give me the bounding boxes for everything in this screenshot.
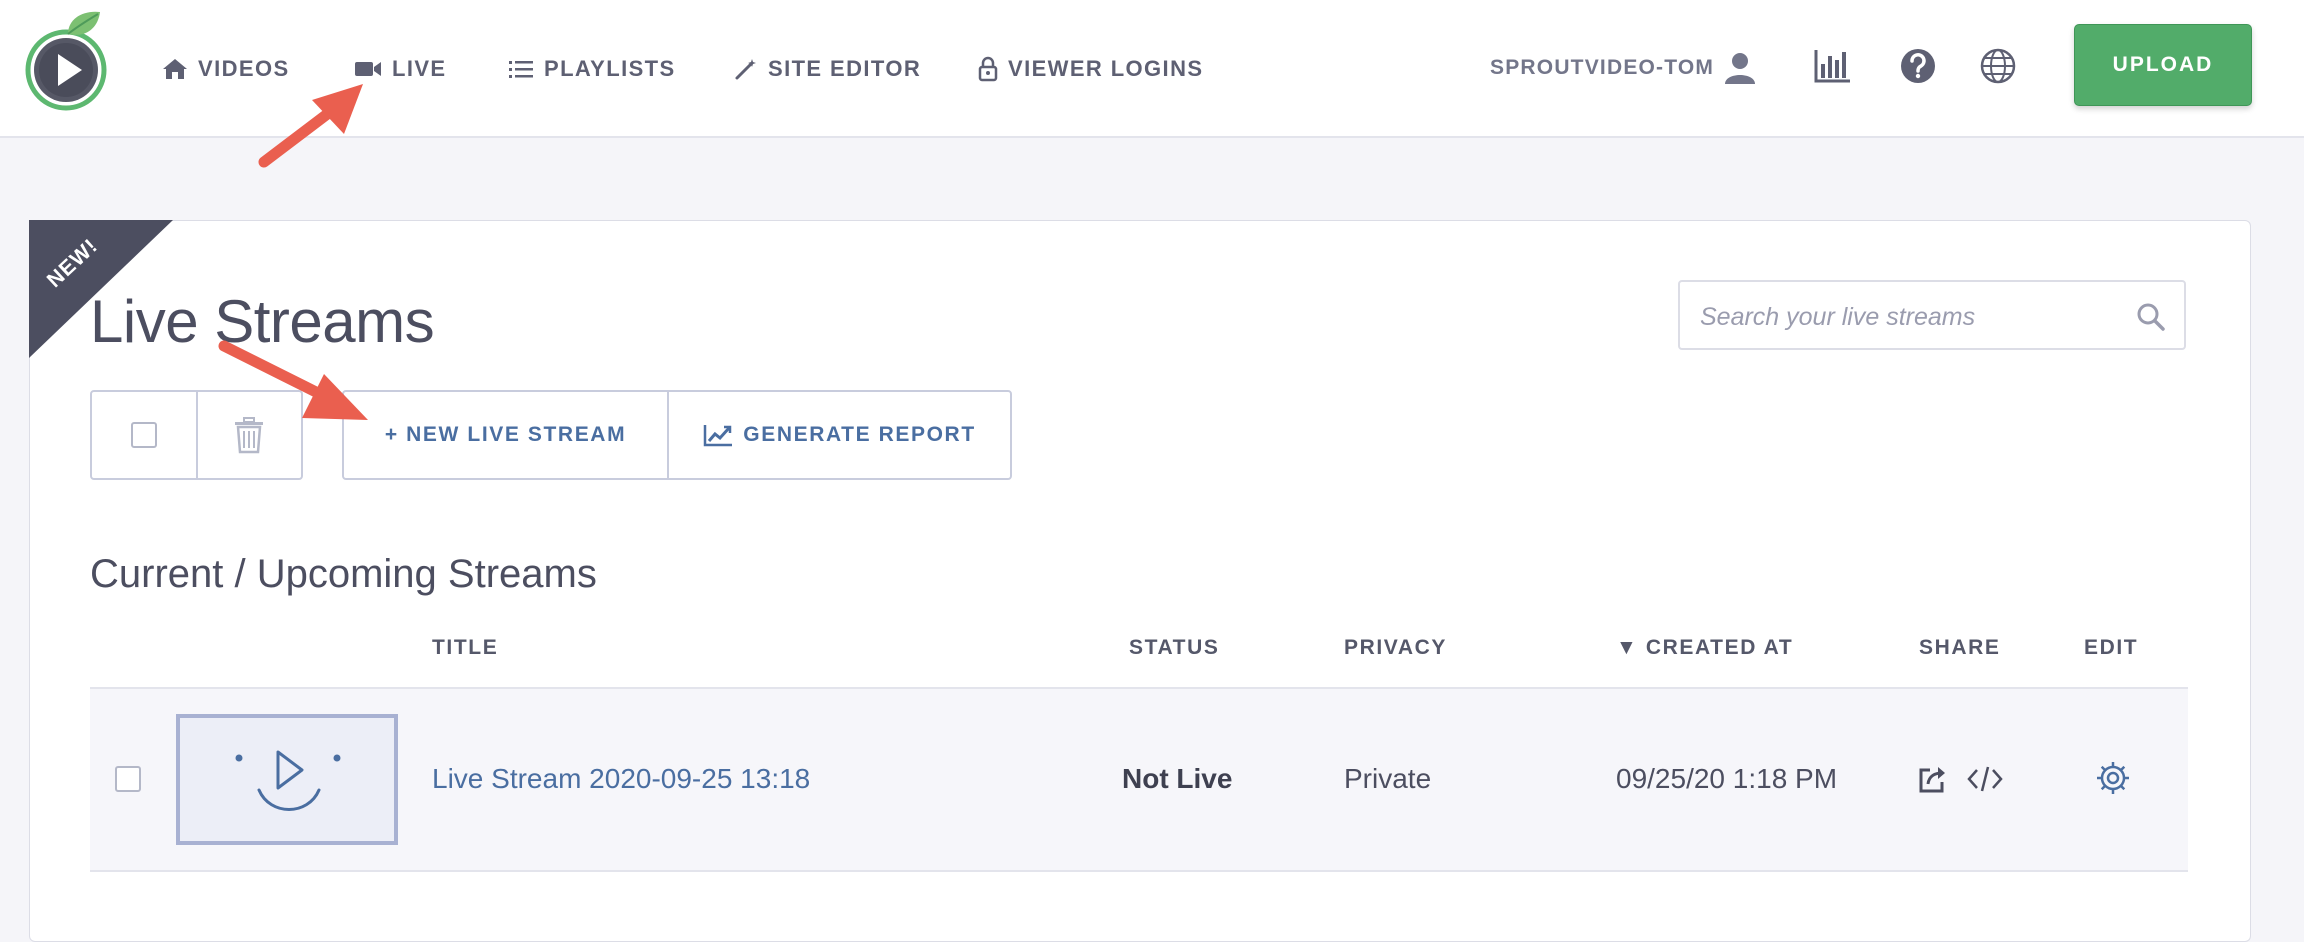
column-header-share: SHARE <box>1919 636 2001 659</box>
stream-created-at: 09/25/20 1:18 PM <box>1616 763 1838 794</box>
column-header-created-at[interactable]: ▼ CREATED AT <box>1616 636 1793 660</box>
nav-viewer-logins-label: VIEWER LOGINS <box>1008 56 1204 81</box>
user-icon <box>1725 53 1756 84</box>
list-icon <box>509 61 533 78</box>
nav-viewer-logins[interactable]: VIEWER LOGINS <box>978 52 1203 86</box>
help-icon[interactable] <box>1898 46 1938 86</box>
upload-button[interactable]: UPLOAD <box>2074 24 2252 106</box>
nav-live-label: LIVE <box>392 56 447 81</box>
column-header-privacy[interactable]: PRIVACY <box>1344 636 1447 660</box>
stream-status: Not Live <box>1122 763 1233 794</box>
column-header-title[interactable]: TITLE <box>432 636 498 660</box>
annotation-arrow-live <box>258 84 363 168</box>
annotation-arrow-new-stream <box>218 340 368 420</box>
nav-site-editor-label: SITE EDITOR <box>768 56 922 81</box>
row-checkbox[interactable] <box>115 766 141 792</box>
search-box[interactable] <box>1678 280 2186 350</box>
stream-title-link[interactable]: Live Stream 2020-09-25 13:18 <box>432 761 810 797</box>
globe-icon[interactable] <box>1978 46 2018 86</box>
analytics-icon[interactable] <box>1812 46 1852 86</box>
nav-playlists-label: PLAYLISTS <box>544 56 676 81</box>
nav-site-editor[interactable]: SITE EDITOR <box>734 52 921 86</box>
new-live-stream-button[interactable]: + NEW LIVE STREAM <box>344 392 667 478</box>
embed-code-icon[interactable] <box>1966 762 2004 796</box>
select-all-checkbox[interactable] <box>130 422 157 448</box>
nav-playlists[interactable]: PLAYLISTS <box>508 52 676 86</box>
select-all-cell[interactable] <box>92 392 196 478</box>
line-chart-icon <box>704 425 733 447</box>
section-title: Current / Upcoming Streams <box>90 552 597 596</box>
home-icon <box>163 59 187 79</box>
magic-wand-icon <box>735 59 756 80</box>
gear-icon[interactable] <box>2094 759 2132 797</box>
search-input[interactable] <box>1698 294 2122 340</box>
account-name: SPROUTVIDEO-TOM <box>1490 56 1715 79</box>
generate-report-label: GENERATE REPORT <box>743 423 976 446</box>
column-header-status[interactable]: STATUS <box>1129 636 1219 660</box>
search-icon[interactable] <box>2136 302 2166 332</box>
sproutvideo-logo[interactable] <box>24 8 108 112</box>
stream-thumbnail[interactable] <box>176 714 398 845</box>
stream-actions-group: + NEW LIVE STREAM GENERATE REPORT <box>342 390 1012 480</box>
table-row: Live Stream 2020-09-25 13:18 Not Live Pr… <box>90 689 2188 872</box>
stream-privacy: Private <box>1344 763 1432 794</box>
account-menu[interactable]: SPROUTVIDEO-TOM <box>1490 50 1758 86</box>
share-icon[interactable] <box>1916 762 1950 796</box>
generate-report-button[interactable]: GENERATE REPORT <box>667 392 1010 478</box>
column-header-edit: EDIT <box>2084 636 2139 659</box>
new-live-stream-label: + NEW LIVE STREAM <box>384 423 627 446</box>
stream-placeholder-icon <box>235 750 341 811</box>
lock-icon <box>978 56 998 82</box>
